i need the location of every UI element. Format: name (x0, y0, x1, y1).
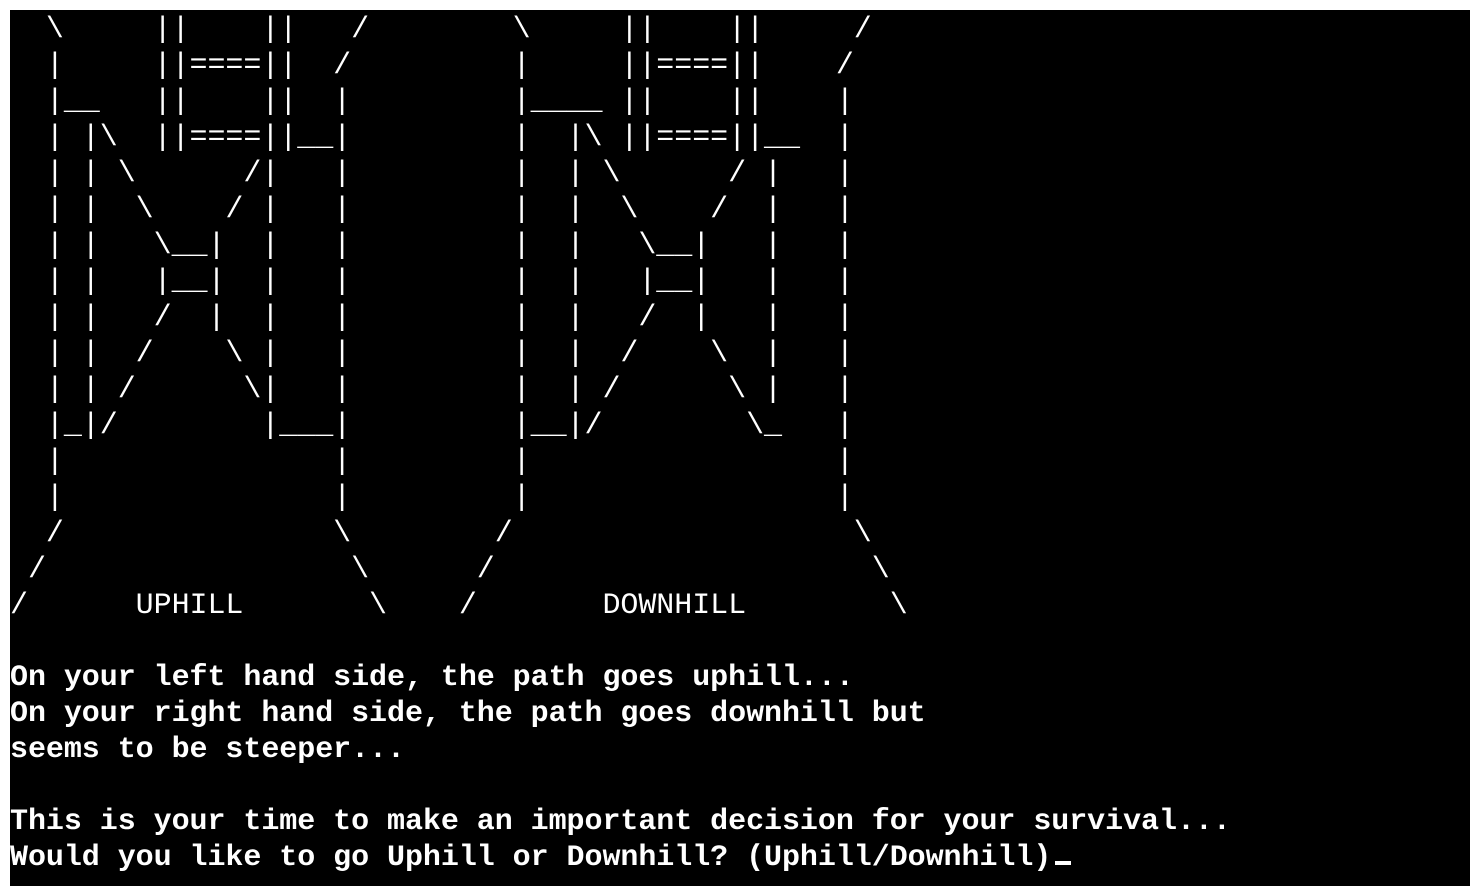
ascii-art-line: | | / \| | | | / \ | | (10, 373, 854, 407)
message-decision-intro: This is your time to make an important d… (10, 805, 1231, 839)
message-downhill-description: On your right hand side, the path goes d… (10, 697, 926, 731)
terminal-output: \ || || / \ || || / | ||====|| / | ||===… (10, 12, 1231, 876)
ascii-art-line: | | \ /| | | | \ / | | (10, 157, 854, 191)
ascii-art-line: | ||====|| / | ||====|| / (10, 49, 854, 83)
prompt-text: Would you like to go Uphill or Downhill?… (10, 841, 1052, 875)
ascii-art-line: | | \__| | | | | \__| | | (10, 229, 854, 263)
ascii-art-line: | | \ / | | | | \ / | | (10, 193, 854, 227)
ascii-art-line: | |\ ||====||__| | |\ ||====||__ | (10, 121, 854, 155)
ascii-art-line: / \ / \ (10, 553, 890, 587)
terminal-window[interactable]: \ || || / \ || || / | ||====|| / | ||===… (10, 10, 1470, 886)
ascii-art-path-labels: / UPHILL \ / DOWNHILL \ (10, 589, 908, 623)
ascii-art-line: |__ || || | |____ || || | (10, 85, 854, 119)
ascii-art-line: | | / \ | | | | / \ | | (10, 337, 854, 371)
ascii-art-line: | | | | (10, 481, 854, 515)
message-uphill-description: On your left hand side, the path goes up… (10, 661, 854, 695)
ascii-art-line: | | | | (10, 445, 854, 479)
ascii-art-line: / \ / \ (10, 517, 872, 551)
text-cursor (1055, 861, 1072, 865)
ascii-art-line: | | / | | | | | / | | | (10, 301, 854, 335)
ascii-art-line: |_|/ |___| |__|/ \_ | (10, 409, 854, 443)
message-downhill-steeper: seems to be steeper... (10, 733, 405, 767)
input-prompt[interactable]: Would you like to go Uphill or Downhill?… (10, 840, 1231, 876)
ascii-art-line: \ || || / \ || || / (10, 13, 872, 47)
ascii-art-line: | | |__| | | | | |__| | | (10, 265, 854, 299)
